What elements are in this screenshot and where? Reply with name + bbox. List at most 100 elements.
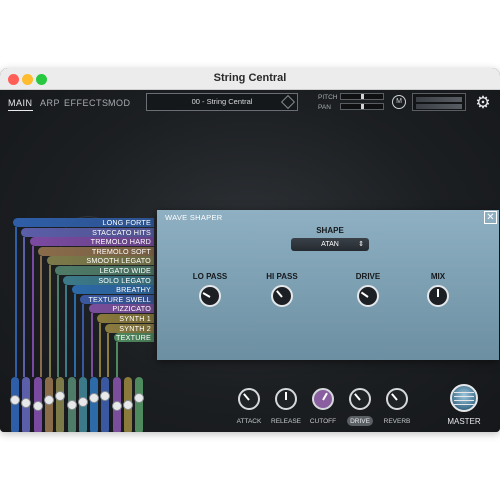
knob-indicator: [202, 292, 211, 298]
wave-shaper-knob[interactable]: [427, 285, 449, 307]
volume-fader[interactable]: [21, 377, 32, 432]
articulation-item[interactable]: SOLO LEGATO: [63, 275, 154, 285]
knob-indicator: [354, 393, 361, 401]
fader-knob[interactable]: [89, 392, 100, 403]
volume-fader[interactable]: [100, 377, 111, 432]
wave-shaper-knob[interactable]: [271, 285, 293, 307]
articulation-item[interactable]: LEGATO WIDE: [55, 266, 154, 275]
pan-slider[interactable]: [340, 103, 384, 110]
articulation-connector: [15, 227, 17, 377]
pan-slider-knob[interactable]: [361, 104, 364, 109]
articulation-connector: [73, 294, 76, 377]
articulation-connector: [107, 332, 110, 377]
tab-mod[interactable]: MOD: [108, 98, 131, 108]
title-bar: String Central: [0, 68, 500, 90]
volume-fader[interactable]: [32, 377, 43, 432]
master-button[interactable]: [450, 384, 478, 412]
articulation-item[interactable]: PIZZICATO: [88, 304, 154, 314]
wave-shaper-knob-label: LO PASS: [192, 272, 228, 281]
fader-knob[interactable]: [100, 391, 111, 402]
plugin-panel: MAIN ARP EFFECTS MOD 00 - String Central…: [0, 90, 500, 432]
volume-fader[interactable]: [89, 377, 100, 432]
articulation-item[interactable]: TEXTURE SWELL: [80, 294, 154, 304]
knob-indicator: [360, 291, 369, 298]
gear-icon[interactable]: ⚙: [474, 94, 492, 112]
knob-indicator: [322, 392, 328, 401]
knob-indicator: [285, 392, 287, 400]
articulation-connector: [57, 275, 59, 377]
pitch-slider-knob[interactable]: [361, 94, 364, 99]
fader-knob[interactable]: [32, 400, 43, 411]
fx-knob-release[interactable]: [275, 388, 297, 410]
fx-knob-label: DRIVE: [350, 418, 370, 425]
shape-label: SHAPE: [316, 226, 344, 235]
volume-fader[interactable]: [111, 377, 122, 432]
articulation-connector: [48, 265, 51, 377]
knob-indicator: [437, 289, 439, 297]
fx-knob-label: RELEASE: [271, 418, 301, 425]
preset-name: 00 - String Central: [191, 97, 253, 106]
tab-main[interactable]: MAIN: [8, 98, 33, 111]
meter-bar-right: [416, 104, 462, 109]
fx-knob-label: REVERB: [383, 418, 411, 425]
wave-shaper-knob[interactable]: [357, 285, 379, 307]
articulation-connector: [82, 303, 85, 377]
articulation-item[interactable]: TREMOLO SOFT: [38, 246, 154, 256]
output-meter: [412, 93, 466, 111]
fader-knob[interactable]: [21, 398, 32, 409]
articulation-item[interactable]: SYNTH 2: [105, 323, 154, 333]
tab-arp[interactable]: ARP: [40, 98, 60, 108]
volume-fader[interactable]: [10, 377, 20, 432]
fx-knob-reverb[interactable]: [386, 388, 408, 410]
articulation-connector: [90, 313, 93, 377]
wave-shaper-knob[interactable]: [199, 285, 221, 307]
wave-shaper-knob-label: DRIVE: [355, 272, 381, 281]
top-bar: MAIN ARP EFFECTS MOD 00 - String Central…: [0, 90, 500, 118]
fx-knob-cutoff[interactable]: [312, 388, 334, 410]
pitch-slider[interactable]: [340, 93, 384, 100]
wave-shaper-knob-label: MIX: [430, 272, 446, 281]
articulation-item[interactable]: TEXTURE: [113, 333, 154, 343]
volume-fader[interactable]: [66, 377, 77, 432]
fx-knob-label: CUTOFF: [309, 418, 337, 425]
fader-knob[interactable]: [77, 396, 88, 407]
wave-shaper-title: WAVE SHAPER: [165, 213, 223, 222]
fader-knob[interactable]: [66, 399, 77, 410]
select-arrows-icon: ⇕: [358, 241, 364, 248]
knob-indicator: [391, 393, 398, 401]
articulation-item[interactable]: BREATHY: [71, 285, 154, 295]
fx-knob-label: ATTACK: [236, 418, 262, 425]
fx-knob-drive[interactable]: [349, 388, 371, 410]
volume-fader[interactable]: [134, 377, 145, 432]
window-title: String Central: [213, 72, 287, 84]
fader-knob[interactable]: [123, 399, 133, 410]
knob-indicator: [276, 290, 283, 298]
fader-knob[interactable]: [134, 393, 145, 404]
wave-shaper-knob-label: HI PASS: [266, 272, 298, 281]
wave-shaper-panel: WAVE SHAPER ✕ SHAPE ATAN ⇕ LO PASS HI PAS…: [157, 210, 499, 360]
close-icon[interactable]: ✕: [484, 211, 497, 224]
volume-fader[interactable]: [55, 377, 66, 432]
articulation-item[interactable]: STACCATO HITS: [21, 227, 154, 237]
articulation-item[interactable]: SYNTH 1: [97, 314, 154, 323]
preset-browse-icon[interactable]: [280, 94, 296, 110]
fader-knob[interactable]: [10, 394, 20, 405]
articulation-connector: [23, 236, 26, 377]
fader-knob[interactable]: [55, 391, 66, 402]
m-button[interactable]: M: [392, 95, 406, 109]
fader-knob[interactable]: [43, 394, 54, 405]
articulation-item[interactable]: SMOOTH LEGATO: [46, 256, 154, 266]
volume-fader[interactable]: [77, 377, 88, 432]
knob-indicator: [243, 393, 250, 401]
articulation-item[interactable]: LONG FORTE: [13, 218, 154, 227]
tab-effects[interactable]: EFFECTS: [64, 98, 109, 108]
articulation-item[interactable]: TREMOLO HARD: [29, 237, 154, 247]
volume-fader[interactable]: [123, 377, 133, 432]
volume-fader[interactable]: [43, 377, 54, 432]
articulation-connector: [115, 342, 118, 377]
fader-knob[interactable]: [111, 401, 122, 412]
fx-knob-attack[interactable]: [238, 388, 260, 410]
articulation-connector: [99, 323, 101, 377]
shape-select[interactable]: ATAN ⇕: [291, 238, 369, 251]
preset-selector[interactable]: 00 - String Central: [146, 93, 298, 111]
